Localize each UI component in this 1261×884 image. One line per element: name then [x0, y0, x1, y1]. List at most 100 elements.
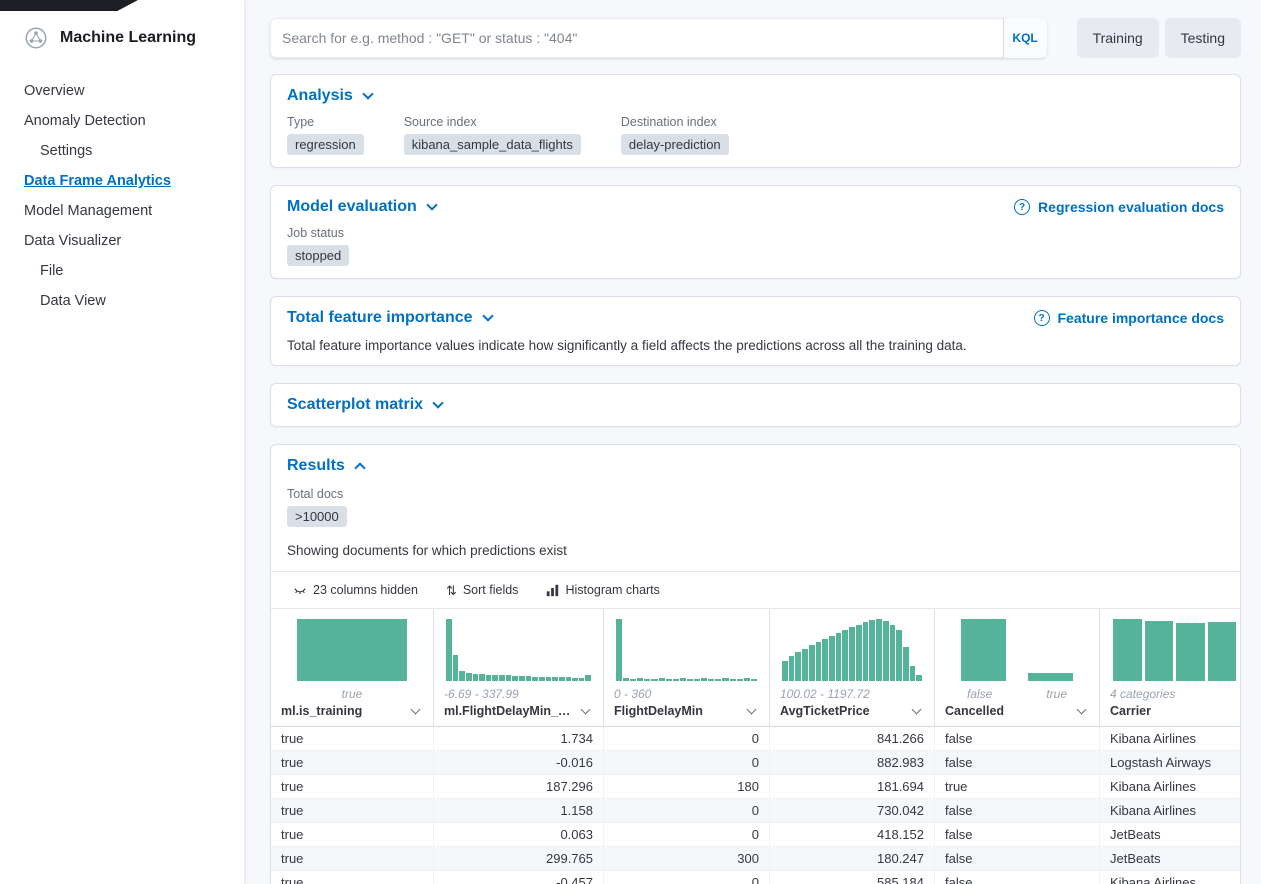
table-cell[interactable]: 187.296: [434, 775, 604, 798]
sidebar-item-data-view[interactable]: Data View: [0, 286, 244, 316]
table-cell[interactable]: 299.765: [434, 847, 604, 870]
table-cell[interactable]: true: [935, 775, 1100, 798]
table-cell[interactable]: false: [935, 871, 1100, 884]
histogram-bar: [744, 678, 750, 681]
table-cell[interactable]: 300: [604, 847, 770, 870]
table-cell[interactable]: 181.694: [770, 775, 935, 798]
column-header-ml.FlightDelayMin_pred[interactable]: -6.69 - 337.99ml.FlightDelayMin_pred: [434, 609, 604, 726]
table-cell[interactable]: false: [935, 727, 1100, 750]
table-cell[interactable]: 882.983: [770, 751, 935, 774]
table-cell[interactable]: 0: [604, 727, 770, 750]
table-cell[interactable]: true: [271, 727, 434, 750]
histogram-charts-label: Histogram charts: [565, 583, 659, 597]
model-evaluation-toggle[interactable]: Model evaluation: [287, 198, 436, 216]
column-header-AvgTicketPrice[interactable]: 100.02 - 1197.72AvgTicketPrice: [770, 609, 935, 726]
histogram-bar: [559, 677, 565, 681]
table-cell[interactable]: false: [935, 799, 1100, 822]
table-cell[interactable]: 1.734: [434, 727, 604, 750]
table-cell[interactable]: 180: [604, 775, 770, 798]
sidebar-item-data-frame-analytics[interactable]: Data Frame Analytics: [0, 166, 244, 196]
analysis-panel-toggle[interactable]: Analysis: [287, 87, 372, 105]
table-cell[interactable]: 180.247: [770, 847, 935, 870]
search-input[interactable]: [270, 18, 1003, 58]
table-cell[interactable]: true: [271, 751, 434, 774]
table-row[interactable]: true-0.4570585.184falseKibana Airlines: [271, 871, 1240, 884]
column-header-FlightDelayMin[interactable]: 0 - 360FlightDelayMin: [604, 609, 770, 726]
histogram-bar: [822, 639, 828, 681]
column-name: Cancelled: [945, 704, 1004, 718]
results-toggle[interactable]: Results: [287, 457, 364, 475]
table-row[interactable]: true0.0630418.152falseJetBeats: [271, 823, 1240, 847]
sidebar-item-overview[interactable]: Overview: [0, 76, 244, 106]
table-cell[interactable]: Kibana Airlines: [1100, 775, 1240, 798]
column-header-Cancelled[interactable]: falsetrueCancelled: [935, 609, 1100, 726]
table-row[interactable]: true187.296180181.694trueKibana Airlines: [271, 775, 1240, 799]
table-cell[interactable]: true: [271, 823, 434, 846]
sidebar-nav: OverviewAnomaly DetectionSettingsData Fr…: [0, 76, 244, 316]
table-cell[interactable]: 418.152: [770, 823, 935, 846]
table-row[interactable]: true1.7340841.266falseKibana Airlines: [271, 727, 1240, 751]
histogram-bar: [666, 679, 672, 681]
table-cell[interactable]: true: [271, 775, 434, 798]
sidebar-item-anomaly-detection[interactable]: Anomaly Detection: [0, 106, 244, 136]
histogram-bar: [1145, 621, 1174, 681]
sidebar-item-model-management[interactable]: Model Management: [0, 196, 244, 226]
chevron-down-icon[interactable]: [1077, 705, 1087, 715]
table-cell[interactable]: 0.063: [434, 823, 604, 846]
table-cell[interactable]: Logstash Airways: [1100, 751, 1240, 774]
table-cell[interactable]: -0.457: [434, 871, 604, 884]
table-cell[interactable]: 730.042: [770, 799, 935, 822]
histogram-bar: [701, 678, 707, 681]
histogram-bar: [479, 674, 485, 681]
histogram-bar: [715, 679, 721, 681]
table-cell[interactable]: false: [935, 847, 1100, 870]
table-cell[interactable]: Kibana Airlines: [1100, 871, 1240, 884]
column-header-Carrier[interactable]: 4 categoriesCarrier: [1100, 609, 1240, 726]
columns-hidden-button[interactable]: 23 columns hidden: [283, 579, 428, 601]
table-cell[interactable]: JetBeats: [1100, 823, 1240, 846]
training-button[interactable]: Training: [1077, 18, 1159, 58]
table-cell[interactable]: JetBeats: [1100, 847, 1240, 870]
table-row[interactable]: true-0.0160882.983falseLogstash Airways: [271, 751, 1240, 775]
histogram-bar: [1208, 622, 1237, 681]
chevron-down-icon[interactable]: [912, 705, 922, 715]
histogram-bar: [730, 679, 736, 681]
sidebar-item-data-visualizer[interactable]: Data Visualizer: [0, 226, 244, 256]
sidebar-item-file[interactable]: File: [0, 256, 244, 286]
table-cell[interactable]: -0.016: [434, 751, 604, 774]
chevron-down-icon[interactable]: [411, 705, 421, 715]
chevron-down-icon[interactable]: [581, 705, 591, 715]
table-cell[interactable]: false: [935, 823, 1100, 846]
table-cell[interactable]: true: [271, 871, 434, 884]
chevron-down-icon[interactable]: [747, 705, 757, 715]
table-cell[interactable]: true: [271, 847, 434, 870]
column-header-ml.is_training[interactable]: trueml.is_training: [271, 609, 434, 726]
table-cell[interactable]: Kibana Airlines: [1100, 799, 1240, 822]
table-row[interactable]: true1.1580730.042falseKibana Airlines: [271, 799, 1240, 823]
table-cell[interactable]: true: [271, 799, 434, 822]
table-cell[interactable]: 585.184: [770, 871, 935, 884]
sidebar-item-settings[interactable]: Settings: [0, 136, 244, 166]
histogram-bar: [842, 630, 848, 681]
table-cell[interactable]: 841.266: [770, 727, 935, 750]
feature-importance-toggle[interactable]: Total feature importance: [287, 309, 492, 327]
table-cell[interactable]: 0: [604, 871, 770, 884]
analysis-fields: TyperegressionSource indexkibana_sample_…: [287, 115, 1224, 155]
scatterplot-matrix-toggle[interactable]: Scatterplot matrix: [287, 396, 442, 414]
table-cell[interactable]: Kibana Airlines: [1100, 727, 1240, 750]
table-cell[interactable]: 0: [604, 823, 770, 846]
kql-button[interactable]: KQL: [1003, 18, 1047, 58]
table-cell[interactable]: 1.158: [434, 799, 604, 822]
table-row[interactable]: true299.765300180.247falseJetBeats: [271, 847, 1240, 871]
table-cell[interactable]: false: [935, 751, 1100, 774]
histogram-charts-button[interactable]: Histogram charts: [536, 579, 669, 601]
table-cell[interactable]: 0: [604, 751, 770, 774]
sort-fields-button[interactable]: ⇅ Sort fields: [436, 579, 529, 601]
feature-importance-docs-link[interactable]: ? Feature importance docs: [1034, 310, 1225, 326]
histogram-bar: [637, 678, 643, 681]
regression-evaluation-docs-link[interactable]: ? Regression evaluation docs: [1014, 199, 1224, 215]
histogram-bar: [829, 636, 835, 681]
testing-button[interactable]: Testing: [1165, 18, 1241, 58]
table-cell[interactable]: 0: [604, 799, 770, 822]
column-name: Carrier: [1110, 704, 1151, 718]
